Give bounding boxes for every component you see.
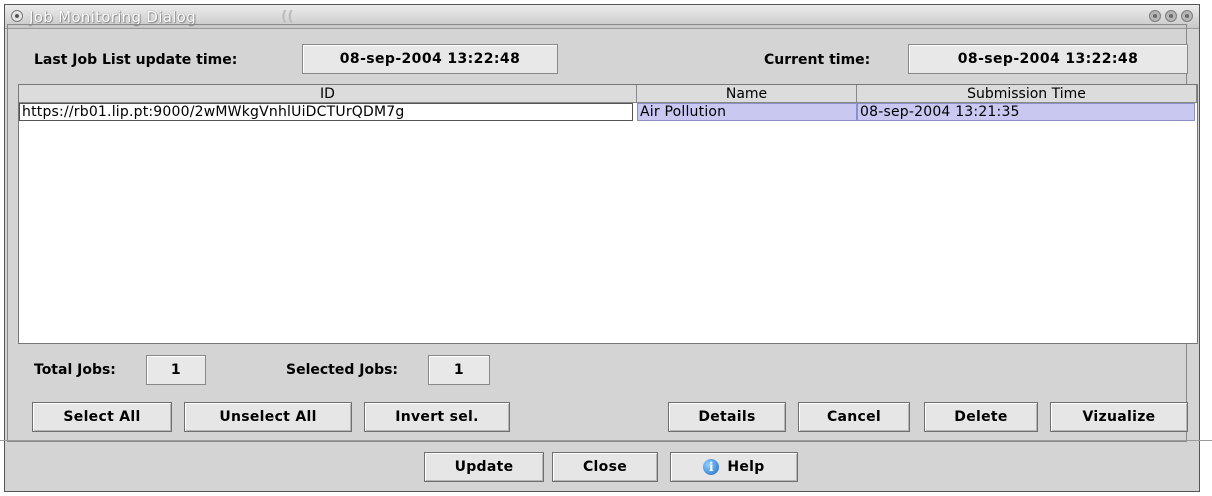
selected-jobs-label: Selected Jobs: (286, 362, 399, 378)
close-window-icon[interactable] (1181, 10, 1193, 22)
selected-jobs-value: 1 (428, 355, 490, 385)
total-jobs-value: 1 (146, 355, 206, 385)
current-time-label: Current time: (764, 52, 871, 68)
column-header-name[interactable]: Name (637, 85, 857, 103)
minimize-icon[interactable] (1149, 10, 1161, 22)
info-icon: i (703, 459, 720, 475)
cell-name[interactable]: Air Pollution (637, 103, 857, 121)
last-update-value: 08-sep-2004 13:22:48 (302, 44, 558, 74)
maximize-icon[interactable] (1165, 10, 1177, 22)
select-all-button[interactable]: Select All (32, 402, 172, 432)
vizualize-button[interactable]: Vizualize (1050, 402, 1188, 432)
total-jobs-label: Total Jobs: (34, 362, 116, 378)
delete-button[interactable]: Delete (924, 402, 1038, 432)
column-header-id[interactable]: ID (19, 85, 637, 103)
unselect-all-button[interactable]: Unselect All (184, 402, 352, 432)
details-button[interactable]: Details (668, 402, 786, 432)
footer-separator (0, 440, 1212, 441)
update-button[interactable]: Update (424, 452, 544, 482)
cancel-button[interactable]: Cancel (798, 402, 910, 432)
help-button[interactable]: i Help (670, 452, 798, 482)
window-menu-icon[interactable] (11, 10, 23, 22)
close-button[interactable]: Close (552, 452, 658, 482)
title-decoration: (( (281, 9, 294, 25)
last-update-label: Last Job List update time: (34, 52, 238, 68)
cell-id[interactable]: https://rb01.lip.pt:9000/2wMWkgVnhlUiDCT… (19, 103, 633, 121)
cell-submission-time[interactable]: 08-sep-2004 13:21:35 (857, 103, 1195, 121)
current-time-value: 08-sep-2004 13:22:48 (908, 44, 1188, 74)
jobs-table[interactable]: ID Name Submission Time https://rb01.lip… (18, 84, 1198, 344)
help-label: Help (727, 459, 765, 475)
column-header-submission-time[interactable]: Submission Time (857, 85, 1197, 103)
invert-selection-button[interactable]: Invert sel. (364, 402, 510, 432)
